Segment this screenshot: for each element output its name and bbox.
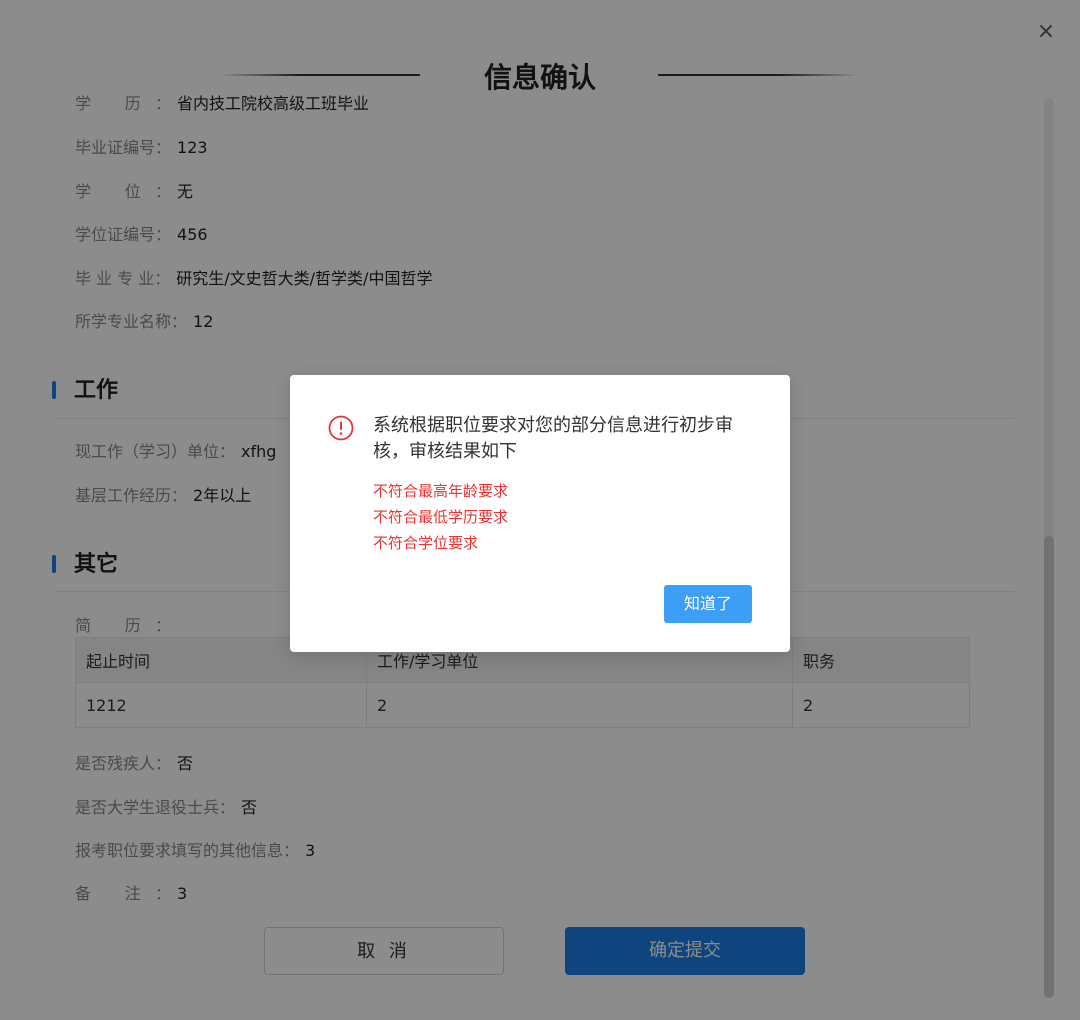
dialog-message: 系统根据职位要求对您的部分信息进行初步审核，审核结果如下	[373, 415, 733, 462]
review-result-dialog: 系统根据职位要求对您的部分信息进行初步审核，审核结果如下 不符合最高年龄要求 不…	[290, 375, 790, 652]
error-item: 不符合最低学历要求	[373, 508, 509, 526]
error-item: 不符合学位要求	[373, 534, 479, 552]
info-confirm-page: × 信息确认 学 历： 省内技工院校高级工班毕业 毕业证编号： 123 学 位：无 …	[0, 0, 1080, 1020]
exclamation-circle-icon	[328, 415, 354, 441]
dialog-error-list: 不符合最高年龄要求 不符合最低学历要求 不符合学位要求	[373, 478, 508, 556]
acknowledge-button[interactable]: 知道了	[664, 585, 752, 623]
error-item: 不符合最高年龄要求	[373, 482, 509, 500]
